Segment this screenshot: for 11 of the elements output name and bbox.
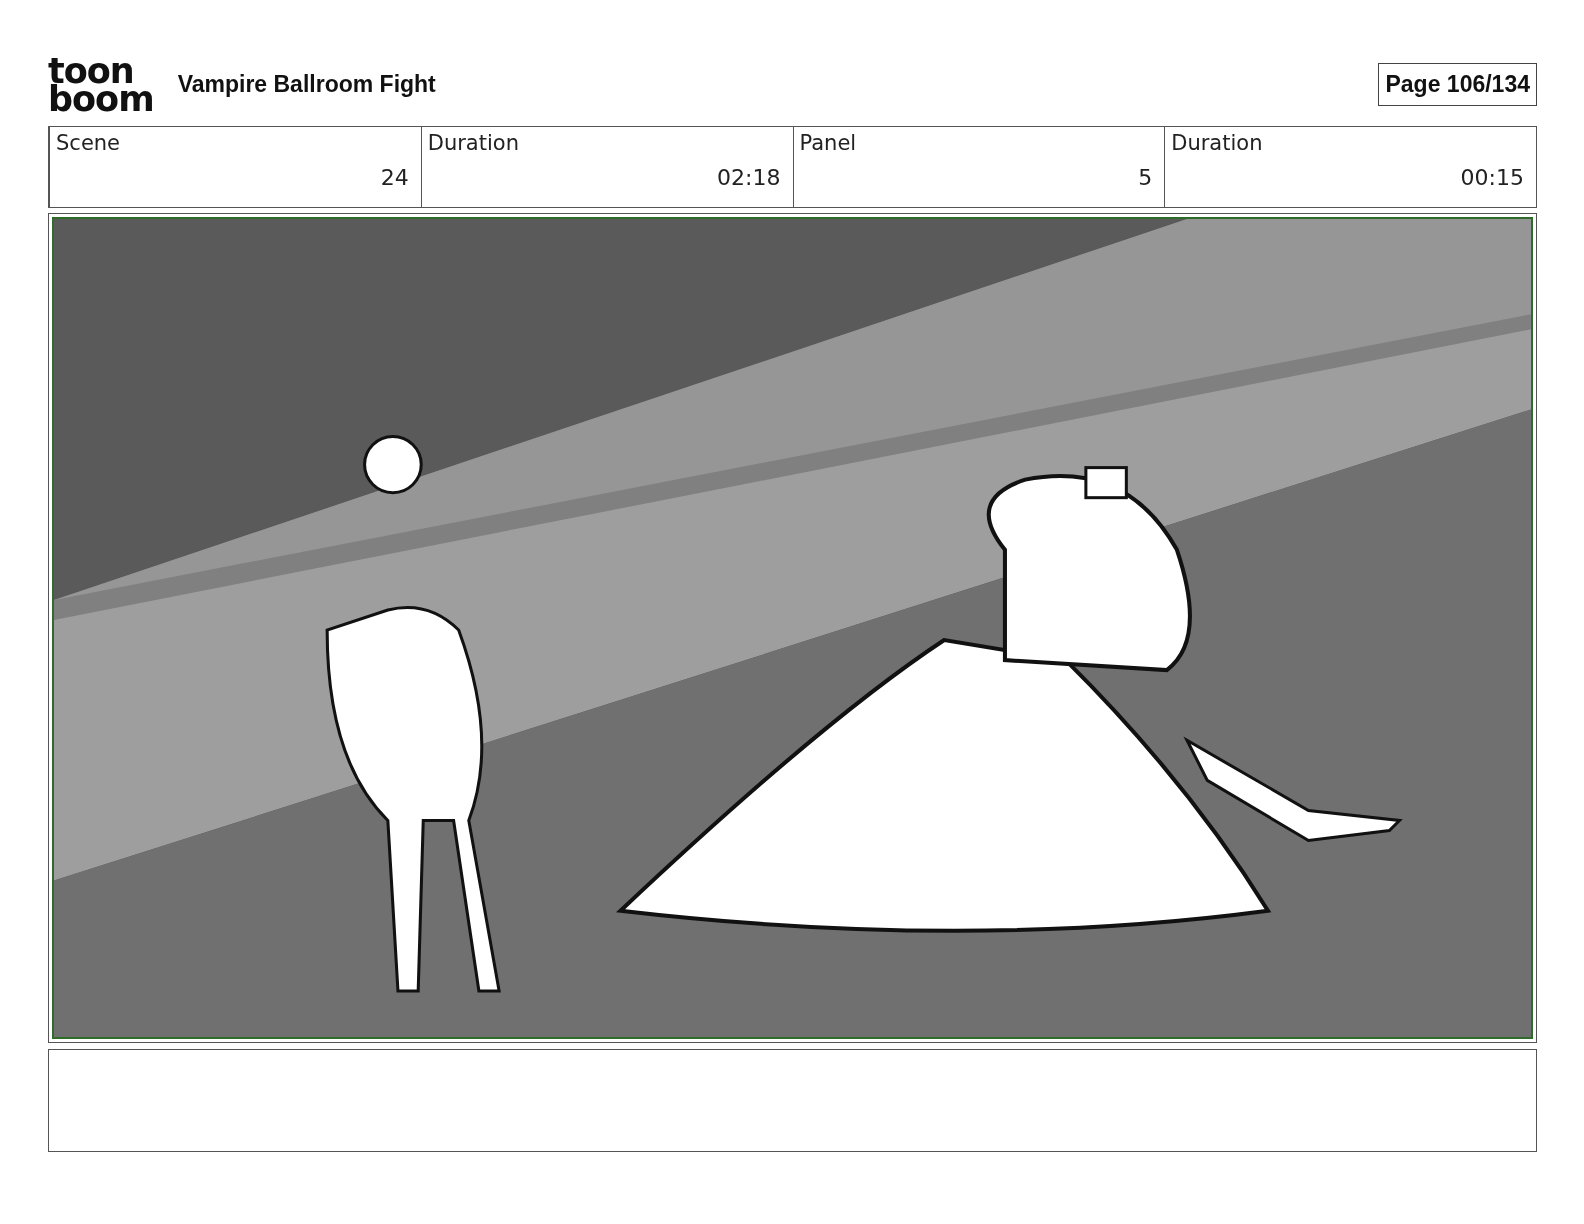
logo: toon boom: [48, 55, 154, 113]
field-label: Duration: [1171, 131, 1264, 155]
storyboard-title: Vampire Ballroom Fight: [177, 70, 437, 98]
page-number: Page 106/134: [1378, 62, 1537, 106]
field-label: Scene: [56, 131, 122, 155]
field-label: Duration: [427, 131, 520, 155]
field-value: 00:15: [1460, 165, 1524, 190]
field-value: 02:18: [717, 165, 781, 190]
field-value: 5: [1138, 165, 1153, 190]
field-label: Panel: [799, 131, 858, 155]
field-value: 24: [380, 165, 409, 190]
